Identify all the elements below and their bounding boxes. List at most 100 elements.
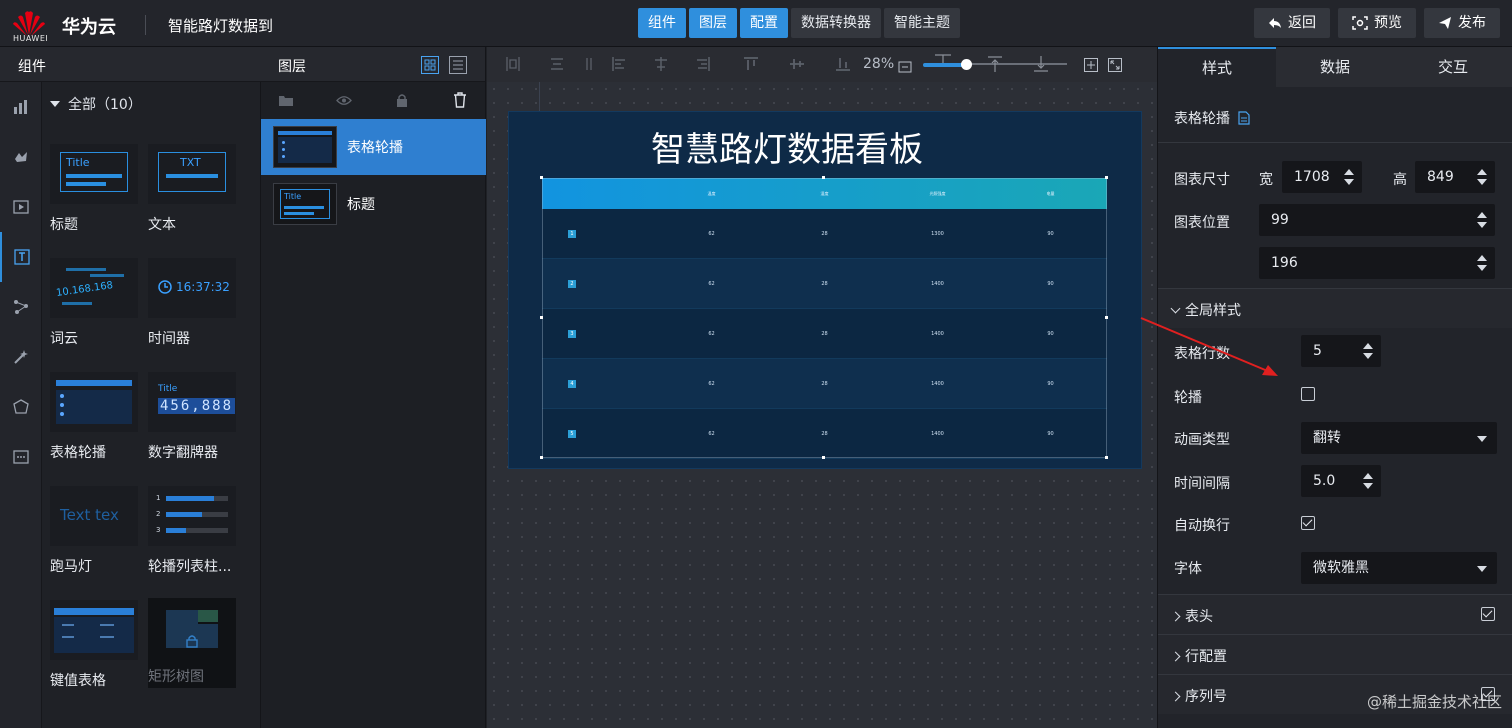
marquee-thumbnail: Text tex <box>50 486 138 546</box>
distribute-top-icon[interactable] <box>987 55 1003 73</box>
rail-decor[interactable] <box>0 332 42 382</box>
tab-interaction[interactable]: 交互 <box>1394 47 1512 87</box>
component-card-table-carousel[interactable]: 表格轮播 <box>50 372 138 462</box>
back-button[interactable]: 返回 <box>1254 8 1330 38</box>
rail-text[interactable] <box>0 232 42 282</box>
tab-config[interactable]: 配置 <box>740 8 788 38</box>
component-card-marquee[interactable]: Text tex 跑马灯 <box>50 486 138 576</box>
publish-button[interactable]: 发布 <box>1424 8 1500 38</box>
position-x-input[interactable]: 99 <box>1259 204 1495 236</box>
component-card-treemap[interactable]: 矩形树图 <box>148 598 236 688</box>
folder-icon[interactable] <box>278 94 294 107</box>
spinner-icon[interactable] <box>1344 168 1354 186</box>
dashboard-title[interactable]: 智慧路灯数据看板 <box>651 122 923 171</box>
spinner-icon[interactable] <box>1363 472 1373 490</box>
rail-map[interactable] <box>0 132 42 182</box>
spinner-icon[interactable] <box>1363 342 1373 360</box>
resize-handle[interactable] <box>540 176 543 179</box>
align-middle-icon[interactable] <box>789 56 805 72</box>
component-name-label: 表格轮播 <box>1174 111 1230 127</box>
components-all-toggle[interactable]: 全部（10） <box>50 94 142 114</box>
resize-handle[interactable] <box>540 316 543 319</box>
font-label: 字体 <box>1174 561 1202 577</box>
rows-input[interactable]: 5 <box>1301 335 1381 367</box>
carousel-checkbox[interactable] <box>1301 387 1315 401</box>
component-card-wordcloud[interactable]: 10.168.168 词云 <box>50 258 138 348</box>
align-left-icon[interactable] <box>505 56 521 72</box>
resize-handle[interactable] <box>1105 456 1108 459</box>
rail-more[interactable] <box>0 432 42 482</box>
tab-data[interactable]: 数据 <box>1276 47 1394 87</box>
position-y-input[interactable]: 196 <box>1259 247 1495 279</box>
dashboard-screen[interactable]: 智慧路灯数据看板 温度 湿度 光照强度 电量 1 62 28 1300 90 2… <box>508 111 1142 469</box>
preview-button[interactable]: 预览 <box>1338 8 1416 38</box>
table-cell: 62 <box>708 430 715 437</box>
layer-item-title[interactable]: Title 标题 <box>261 176 486 232</box>
timer-thumbnail: 16:37:32 <box>148 258 236 318</box>
align-left-edge-icon[interactable] <box>611 56 627 72</box>
section-header[interactable]: 表头 <box>1158 594 1512 634</box>
auto-wrap-label: 自动换行 <box>1174 518 1230 534</box>
card-label: 跑马灯 <box>50 559 92 575</box>
zoom-in-icon[interactable] <box>1084 58 1098 72</box>
row-index: 1 <box>568 229 576 238</box>
align-top-icon[interactable] <box>743 56 759 72</box>
canvas-area[interactable]: 智慧路灯数据看板 温度 湿度 光照强度 电量 1 62 28 1300 90 2… <box>487 82 1157 728</box>
grid-view-icon[interactable] <box>421 56 439 74</box>
resize-handle[interactable] <box>822 176 825 179</box>
component-card-title[interactable]: Title 标题 <box>50 144 138 234</box>
distribute-bottom-icon[interactable] <box>1033 55 1049 73</box>
component-card-carousel-bar[interactable]: 1 2 3 轮播列表柱... <box>148 486 236 576</box>
document-icon[interactable] <box>1238 111 1250 125</box>
distribute-icon[interactable] <box>585 56 593 72</box>
table-header: 温度 湿度 光照强度 电量 <box>542 178 1107 209</box>
table-header-cell: 光照强度 <box>929 190 946 196</box>
tab-layers[interactable]: 图层 <box>689 8 737 38</box>
align-bottom-icon[interactable] <box>835 56 851 72</box>
eye-icon[interactable] <box>336 94 352 107</box>
carousel-table[interactable]: 温度 湿度 光照强度 电量 1 62 28 1300 90 2 62 28 14… <box>542 178 1107 459</box>
align-right-edge-icon[interactable] <box>695 56 711 72</box>
resize-handle[interactable] <box>822 456 825 459</box>
zoom-slider-handle[interactable] <box>961 59 972 70</box>
properties-tabs: 样式 数据 交互 <box>1158 47 1512 87</box>
height-input[interactable]: 849 <box>1415 161 1495 193</box>
width-input[interactable]: 1708 <box>1282 161 1362 193</box>
lock-icon[interactable] <box>395 93 409 108</box>
tab-components[interactable]: 组件 <box>638 8 686 38</box>
font-select[interactable]: 微软雅黑 <box>1301 552 1497 584</box>
section-row-config[interactable]: 行配置 <box>1158 634 1512 674</box>
resize-handle[interactable] <box>1105 316 1108 319</box>
align-center-v-icon[interactable] <box>653 56 669 72</box>
fit-screen-icon[interactable] <box>1108 58 1122 72</box>
resize-handle[interactable] <box>1105 176 1108 179</box>
component-card-timer[interactable]: 16:37:32 时间器 <box>148 258 236 348</box>
trash-icon[interactable] <box>453 92 467 108</box>
component-card-text[interactable]: TXT 文本 <box>148 144 236 234</box>
zoom-out-icon[interactable] <box>898 58 914 74</box>
align-center-h-icon[interactable] <box>549 56 565 72</box>
spinner-icon[interactable] <box>1477 168 1487 186</box>
header-enable-checkbox[interactable] <box>1481 607 1495 621</box>
spinner-icon[interactable] <box>1477 254 1487 272</box>
component-card-flip-counter[interactable]: Title 456,888 数字翻牌器 <box>148 372 236 462</box>
rail-relation[interactable] <box>0 282 42 332</box>
layer-item-table-carousel[interactable]: 表格轮播 <box>261 119 486 175</box>
tab-data-converter[interactable]: 数据转换器 <box>791 8 881 38</box>
rail-media[interactable] <box>0 182 42 232</box>
interval-input[interactable]: 5.0 <box>1301 465 1381 497</box>
top-bar: HUAWEI 华为云 智能路灯数据到 组件 图层 配置 数据转换器 智能主题 返… <box>0 0 1512 47</box>
rail-chart[interactable] <box>0 82 42 132</box>
tab-style[interactable]: 样式 <box>1158 47 1276 87</box>
animation-type-select[interactable]: 翻转 <box>1301 422 1497 454</box>
resize-handle[interactable] <box>540 456 543 459</box>
zoom-slider-track[interactable] <box>967 63 1067 65</box>
row-index: 5 <box>568 429 576 438</box>
table-cell: 1400 <box>931 280 944 287</box>
component-card-kv-table[interactable]: 键值表格 <box>50 600 138 690</box>
rail-shape[interactable] <box>0 382 42 432</box>
spinner-icon[interactable] <box>1477 211 1487 229</box>
tab-smart-theme[interactable]: 智能主题 <box>884 8 960 38</box>
auto-wrap-checkbox[interactable] <box>1301 516 1315 530</box>
list-view-icon[interactable] <box>449 56 467 74</box>
